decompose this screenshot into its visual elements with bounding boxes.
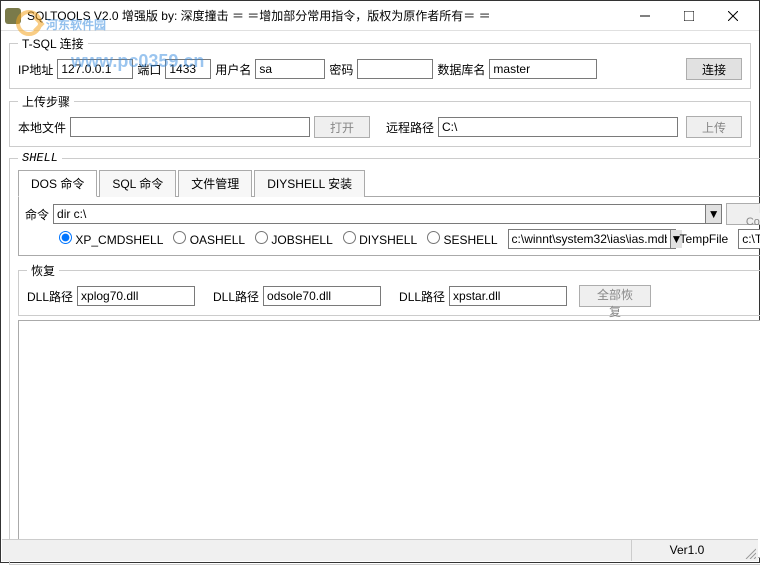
radio-jobshell[interactable]: JOBSHELL xyxy=(255,231,333,247)
upload-legend: 上传步骤 xyxy=(18,93,74,110)
radio-xpcmdshell[interactable]: XP_CMDSHELL xyxy=(59,231,163,247)
user-input[interactable] xyxy=(255,59,325,79)
ip-input[interactable] xyxy=(57,59,133,79)
port-label: 端口 xyxy=(137,61,161,78)
mdb-path-dropdown[interactable]: ▼ xyxy=(508,229,676,249)
connection-legend: T-SQL 连接 xyxy=(18,35,88,52)
radio-seshell[interactable]: SESHELL xyxy=(427,231,497,247)
remote-path-label: 远程路径 xyxy=(386,119,434,136)
restore-all-button[interactable]: 全部恢复 xyxy=(579,285,651,307)
restore-legend: 恢复 xyxy=(27,262,59,279)
window-title: SQLTOOLS V2.0 增强版 by: 深度撞击 ＝ ＝增加部分常用指令，版… xyxy=(27,7,623,24)
shell-tabs: DOS 命令 SQL 命令 文件管理 DIYSHELL 安装 xyxy=(18,169,760,197)
close-button[interactable] xyxy=(711,2,755,30)
upload-group: 上传步骤 本地文件 打开 远程路径 上传 xyxy=(9,93,751,147)
command-dropdown[interactable]: ▼ xyxy=(53,204,722,224)
connect-button[interactable]: 连接 xyxy=(686,58,742,80)
user-label: 用户名 xyxy=(215,61,251,78)
dll2-label: DLL路径 xyxy=(213,288,259,305)
tempfile-label: TempFile xyxy=(680,232,729,246)
connection-group: T-SQL 连接 IP地址 端口 用户名 密码 数据库名 连接 xyxy=(9,35,751,89)
status-left xyxy=(2,540,632,561)
dll1-label: DLL路径 xyxy=(27,288,73,305)
dll1-input[interactable] xyxy=(77,286,195,306)
radio-oashell[interactable]: OASHELL xyxy=(173,231,245,247)
shell-group: SHELL DOS 命令 SQL 命令 文件管理 DIYSHELL 安装 命令 … xyxy=(9,151,760,565)
status-bar: Ver1.0 xyxy=(2,539,758,561)
chevron-down-icon[interactable]: ▼ xyxy=(705,205,721,223)
db-label: 数据库名 xyxy=(437,61,485,78)
app-icon xyxy=(5,8,21,24)
tab-dos[interactable]: DOS 命令 xyxy=(18,170,97,197)
local-file-label: 本地文件 xyxy=(18,119,66,136)
restore-group: 恢复 ▲ DLL路径 DLL路径 DLL路径 全部恢复 xyxy=(18,262,760,316)
status-version: Ver1.0 xyxy=(632,540,742,561)
tab-file[interactable]: 文件管理 xyxy=(178,170,252,197)
minimize-button[interactable] xyxy=(623,2,667,30)
port-input[interactable] xyxy=(165,59,211,79)
radio-diyshell[interactable]: DIYSHELL xyxy=(343,231,417,247)
open-button[interactable]: 打开 xyxy=(314,116,370,138)
tab-sql[interactable]: SQL 命令 xyxy=(99,170,176,197)
dll2-input[interactable] xyxy=(263,286,381,306)
output-textarea[interactable] xyxy=(18,320,760,558)
maximize-button[interactable] xyxy=(667,2,711,30)
db-input[interactable] xyxy=(489,59,597,79)
window-titlebar: SQLTOOLS V2.0 增强版 by: 深度撞击 ＝ ＝增加部分常用指令，版… xyxy=(1,1,759,31)
tab-diyshell[interactable]: DIYSHELL 安装 xyxy=(254,170,365,197)
dll3-input[interactable] xyxy=(449,286,567,306)
upload-button[interactable]: 上传 xyxy=(686,116,742,138)
shell-legend: SHELL xyxy=(18,151,62,165)
resize-grip-icon[interactable] xyxy=(742,540,758,561)
dll3-label: DLL路径 xyxy=(399,288,445,305)
exec-command-button[interactable]: Exec Command xyxy=(726,203,760,225)
command-input[interactable] xyxy=(54,205,705,223)
local-file-input[interactable] xyxy=(70,117,310,137)
mdb-path-input[interactable] xyxy=(509,230,670,248)
ip-label: IP地址 xyxy=(18,61,53,78)
remote-path-input[interactable] xyxy=(438,117,678,137)
command-label: 命令 xyxy=(25,206,49,223)
tempfile-input[interactable] xyxy=(738,229,760,249)
pass-input[interactable] xyxy=(357,59,433,79)
pass-label: 密码 xyxy=(329,61,353,78)
